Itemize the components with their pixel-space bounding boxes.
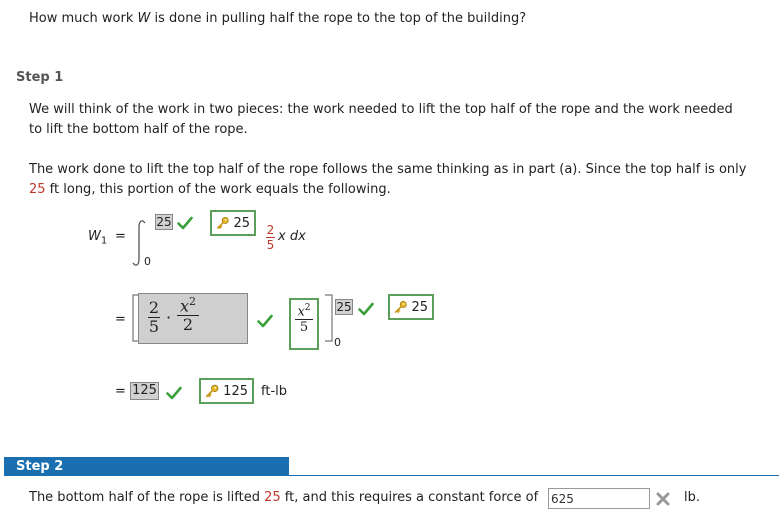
force-input[interactable]: [548, 488, 650, 509]
integral-upper-limit-key-value: 25: [233, 215, 250, 231]
integrand-rest: x dx: [278, 229, 306, 244]
top-half-length: 25: [29, 182, 46, 197]
step2-text-mid: ft, and this requires a constant force o…: [280, 490, 539, 505]
eval-lower-limit: 0: [334, 336, 341, 349]
incorrect-x-icon: [656, 492, 670, 506]
eval-upper-limit-answer-key[interactable]: 25: [388, 294, 434, 320]
result-key-value: 125: [223, 383, 248, 399]
w1-letter: W: [88, 229, 101, 244]
step1-para1-line1: We will think of the work in two pieces:…: [29, 102, 733, 117]
integral-upper-limit-answer-key[interactable]: 25: [210, 210, 256, 236]
correct-check-icon: [358, 302, 374, 316]
eval-upper-limit-entered[interactable]: 25: [335, 299, 353, 315]
question-text-pre: How much work: [29, 11, 138, 26]
integrand-fraction: 2 5: [266, 224, 275, 251]
antideriv-exponent: 2: [189, 295, 197, 308]
integral-upper-limit-entered[interactable]: 25: [155, 214, 173, 230]
key-exponent: 2: [304, 303, 311, 313]
key-icon: [394, 299, 407, 315]
bottom-half-length: 25: [264, 490, 281, 505]
key-x-squared: x2: [295, 303, 313, 320]
result-entered[interactable]: 125: [130, 382, 159, 400]
correct-check-icon: [177, 216, 193, 230]
antideriv-fraction: 2 5: [148, 300, 160, 335]
integrand-denominator: 5: [266, 238, 275, 252]
result-unit: ft-lb: [261, 384, 287, 399]
antideriv-frac-numerator: 2: [148, 298, 160, 317]
integral-lower-limit: 0: [144, 255, 151, 268]
eval-upper-limit-key-value: 25: [411, 299, 428, 315]
result-answer-key[interactable]: 125: [199, 378, 254, 404]
key-denominator: 5: [299, 320, 309, 336]
step1-para1-line2: to lift the bottom half of the rope.: [29, 122, 248, 137]
antideriv-frac2-denominator: 2: [182, 315, 194, 335]
step2-text-pre: The bottom half of the rope is lifted: [29, 490, 265, 505]
antideriv-x-squared: x2: [177, 296, 199, 314]
row2-equals: =: [115, 312, 126, 327]
question-text: How much work W is done in pulling half …: [29, 11, 526, 26]
step2-divider: [4, 475, 779, 476]
key-icon: [205, 383, 219, 399]
antideriv-dot: ·: [166, 308, 172, 327]
step2-text: The bottom half of the rope is lifted 25…: [29, 490, 538, 505]
question-var: W: [137, 11, 151, 26]
step1-title: Step 1: [16, 70, 64, 85]
antideriv-x: x: [179, 296, 190, 316]
question-text-post: is done in pulling half the rope to the …: [150, 11, 527, 26]
antideriv-frac-denominator: 5: [148, 317, 160, 336]
row3-equals: =: [115, 384, 126, 399]
key-fraction: x2 5: [295, 304, 313, 334]
w1-label: W1: [88, 229, 107, 247]
antideriv-x-squared-over-2: x2 2: [177, 296, 199, 333]
w1-subscript: 1: [100, 235, 108, 247]
step2-title: Step 2: [16, 459, 64, 474]
step1-para2-line1: The work done to lift the top half of th…: [29, 162, 747, 177]
key-x: x: [297, 304, 305, 320]
force-unit: lb.: [684, 490, 700, 505]
integrand-numerator: 2: [266, 223, 275, 237]
key-icon: [216, 215, 229, 231]
correct-check-icon: [257, 314, 273, 328]
w1-equals: =: [115, 229, 126, 244]
step1-para2-line2-rest: ft long, this portion of the work equals…: [45, 182, 391, 197]
correct-check-icon: [166, 386, 182, 400]
step1-para2-line2: 25 ft long, this portion of the work equ…: [29, 182, 391, 197]
